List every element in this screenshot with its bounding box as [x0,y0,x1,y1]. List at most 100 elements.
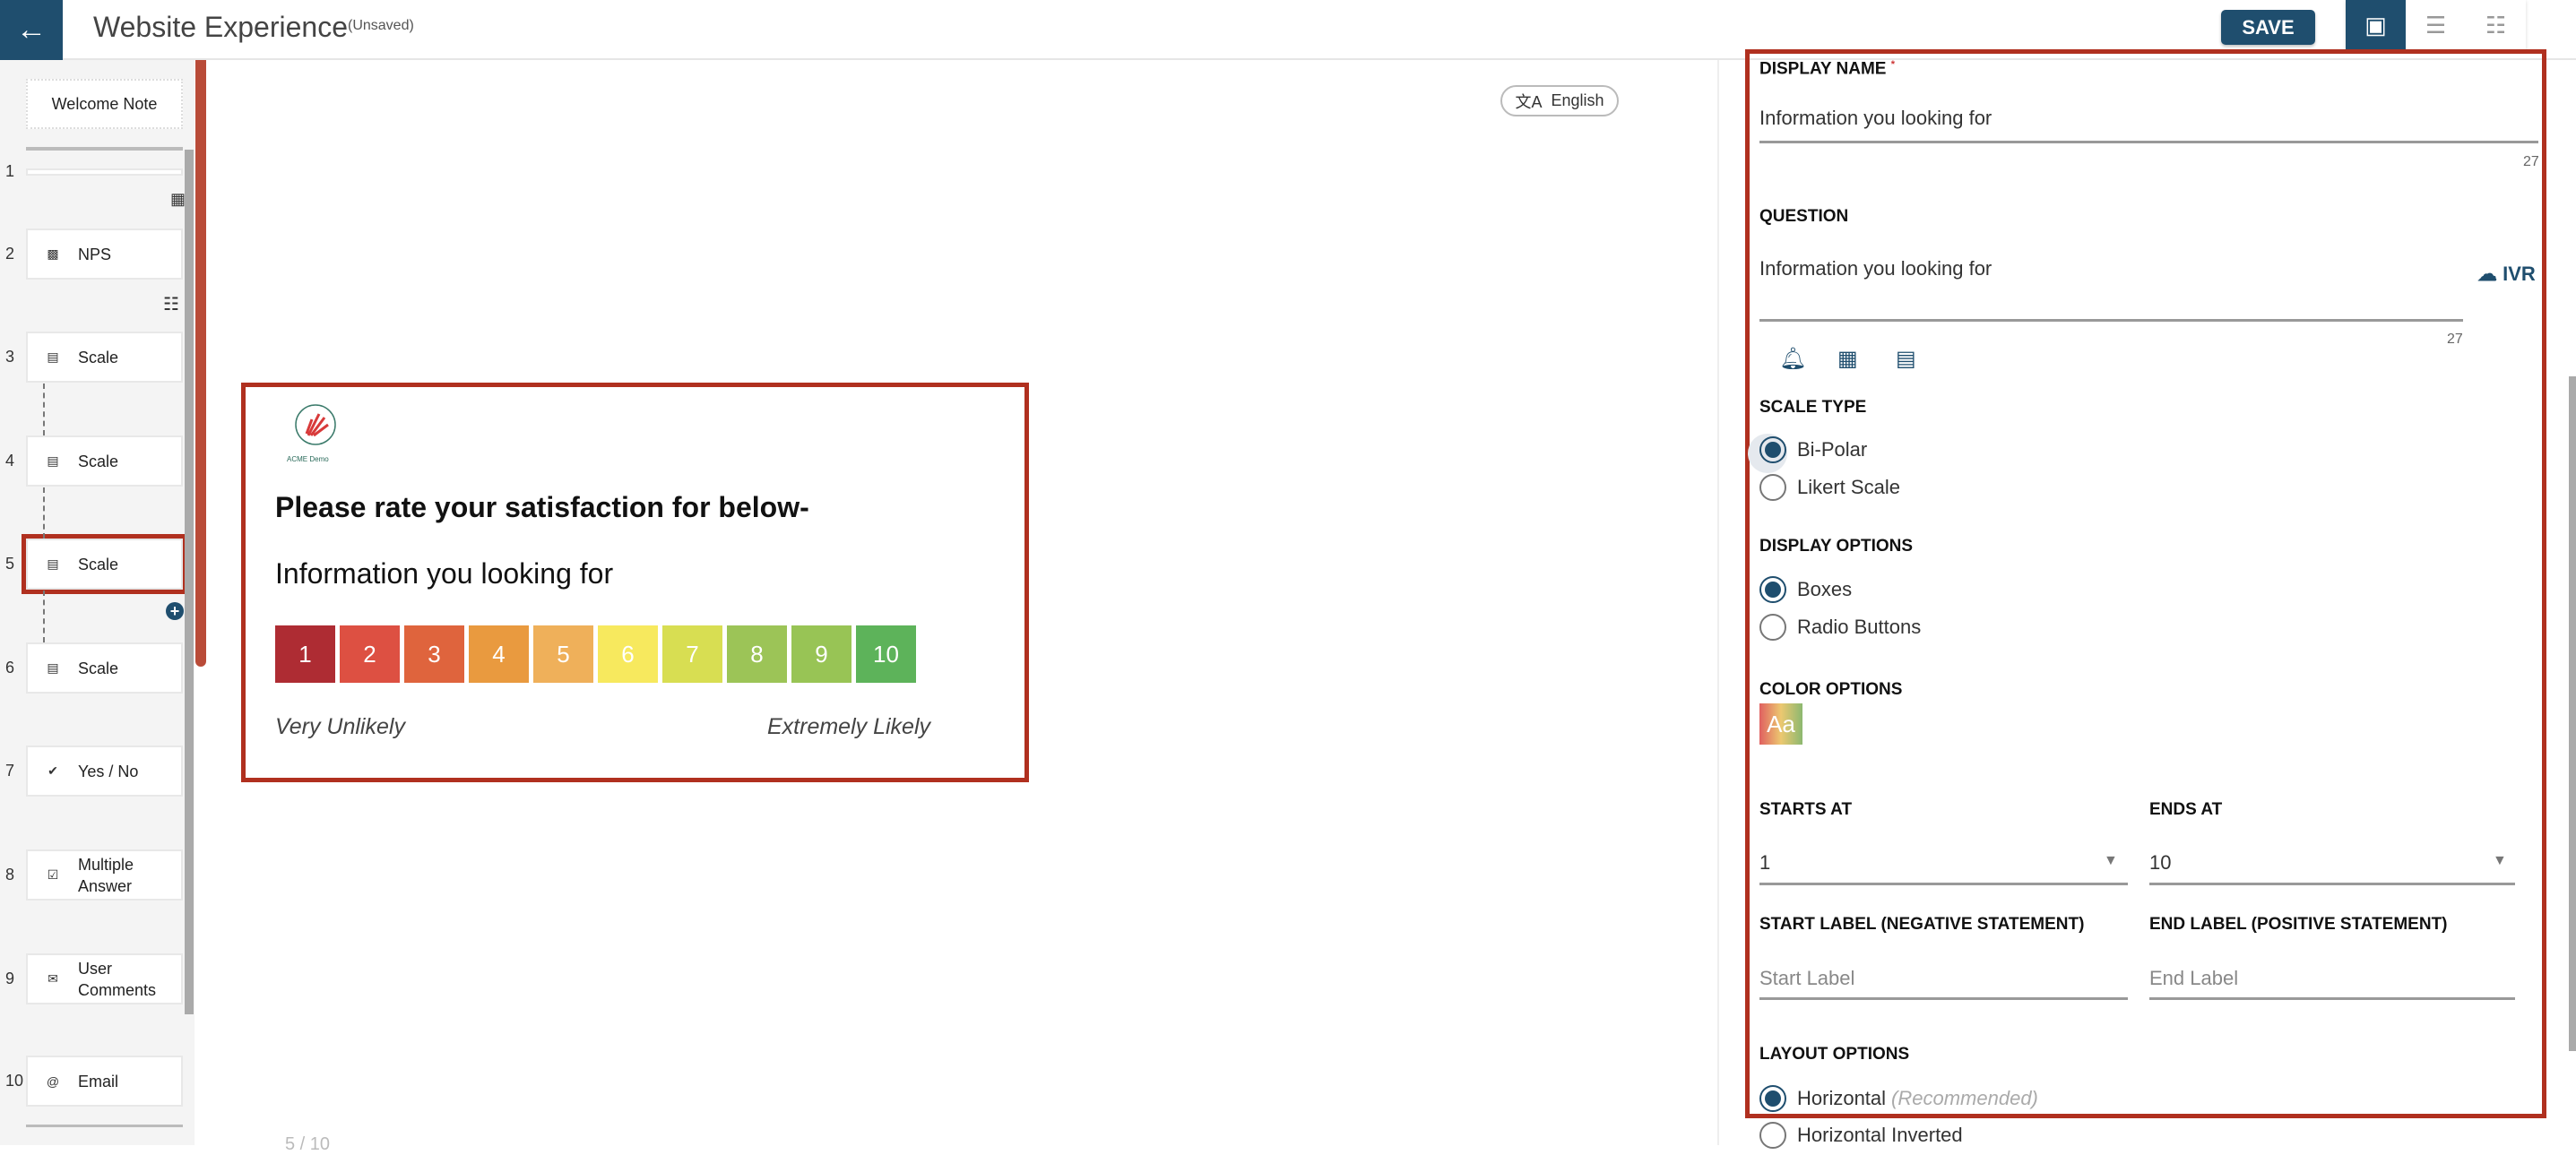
panel-scrollbar[interactable] [2569,376,2576,1051]
end-label-heading: END LABEL (POSITIVE STATEMENT) [2149,915,2448,934]
sidebar-item-label: Yes / No [78,762,139,780]
sidebar-item-label: Scale [78,555,119,573]
scale-start-label: Very Unlikely [275,714,405,739]
sidebar-item-label: Scale [78,659,119,677]
scale-box-4[interactable]: 4 [469,625,529,683]
ends-at-select[interactable]: 10 [2149,851,2171,875]
radio-boxes[interactable]: Boxes [1759,576,1852,603]
radio-radio-buttons[interactable]: Radio Buttons [1759,614,1921,641]
question-number: 1 [5,162,15,180]
starts-at-label: STARTS AT [1759,800,1853,819]
color-options-swatch[interactable]: Aa [1759,703,1802,745]
sidebar-item-scale[interactable]: ▤ Scale [26,332,183,383]
scale-box-10[interactable]: 10 [856,625,916,683]
sidebar-item-user-comments[interactable]: ✉ User Comments [26,953,183,1004]
question-heading: Please rate your satisfaction for below- [275,491,809,523]
comment-icon: ✉ [48,971,58,986]
scale-box-6[interactable]: 6 [598,625,658,683]
display-name-input[interactable]: Information you looking for [1759,107,1992,130]
audience-icon[interactable]: ▦ [1837,346,1858,372]
sidebar-item-email[interactable]: @ Email [26,1056,183,1107]
question-number: 5 [5,554,15,573]
sitemap-icon: ☷ [2485,12,2507,39]
scale-box-8[interactable]: 8 [727,625,787,683]
language-selector[interactable]: 文A English [1500,85,1619,116]
sidebar-item-multiple-answer[interactable]: ☑ Multiple Answer [26,849,183,901]
back-button[interactable]: ← [0,0,63,60]
sidebar-item-label: Multiple Answer [78,855,134,895]
question-count: 27 [2447,332,2463,347]
scale-box-5[interactable]: 5 [533,625,593,683]
list-view-button[interactable]: ☰ [2406,0,2466,51]
scale-type-label: SCALE TYPE [1759,398,1867,417]
checklist-icon: ☑ [47,867,59,882]
page-title: Website Experience [93,11,348,43]
display-name-label: DISPLAY NAME * [1759,59,1896,79]
translate-icon: 文A [1515,92,1543,111]
flow-view-button[interactable]: ☷ [2466,0,2526,51]
desktop-view-button[interactable]: ▣ [2346,0,2406,51]
list-icon: ☰ [2425,12,2447,39]
welcome-note-card[interactable]: Welcome Note [26,79,183,129]
bell-icon[interactable]: 🔔︎ [1779,346,1806,372]
scale-icon: ▤ [47,453,59,468]
sidebar-item-label: NPS [78,245,112,263]
question-number: 6 [5,658,15,677]
starts-at-select[interactable]: 1 [1759,851,1770,875]
logo-text: ACME Demo [287,455,329,463]
sidebar-item-label: Scale [78,452,119,470]
add-question-icon[interactable]: + [166,602,184,620]
display-options-label: DISPLAY OPTIONS [1759,537,1914,556]
save-button[interactable]: SAVE [2221,10,2315,45]
question-number: 9 [5,969,15,987]
unsaved-status: (Unsaved) [348,18,414,33]
scale-icon: ▤ [47,660,59,675]
divider [26,147,183,151]
question-input[interactable]: Information you looking for [1759,257,1992,280]
scale-box-3[interactable]: 3 [404,625,464,683]
scale-box-2[interactable]: 2 [340,625,400,683]
ivr-upload-button[interactable]: ☁ IVR [2477,263,2536,286]
scale-end-label: Extremely Likely [767,714,930,739]
cloud-upload-icon: ☁ [2477,263,2497,285]
radio-bi-polar[interactable]: Bi-Polar [1759,436,1867,463]
chevron-down-icon[interactable]: ▼ [2104,853,2118,869]
connector-line [43,384,45,435]
start-label-heading: START LABEL (NEGATIVE STATEMENT) [1759,915,2085,934]
radio-horizontal[interactable]: Horizontal (Recommended) [1759,1085,2038,1112]
preview-scrollbar[interactable] [195,60,206,667]
question-label: QUESTION [1759,207,1849,226]
chevron-down-icon[interactable]: ▼ [2493,853,2507,869]
scale-box-9[interactable]: 9 [791,625,851,683]
scale-box-1[interactable]: 1 [275,625,335,683]
question-number: 3 [5,347,15,366]
sidebar-item-scale[interactable]: ▤ Scale [22,534,187,594]
welcome-note-label: Welcome Note [51,94,158,113]
contact-card-icon[interactable]: ▦ [170,190,186,209]
nps-icon: ▩ [47,246,59,261]
form-icon[interactable]: ▤ [1896,346,1916,372]
acme-logo [295,404,336,445]
sidebar-item-empty[interactable] [26,168,183,176]
sidebar-item-label: Scale [78,348,119,366]
question-number: 8 [5,865,15,883]
view-toggle: ▣ ☰ ☷ [2346,0,2526,51]
sidebar-item-yes-no[interactable]: ✔ Yes / No [26,746,183,797]
scale-icon: ▤ [47,556,59,571]
scale-box-7[interactable]: 7 [662,625,722,683]
radio-likert-scale[interactable]: Likert Scale [1759,474,1900,501]
sidebar-item-scale[interactable]: ▤ Scale [26,642,183,694]
end-label-input[interactable]: End Label [2149,967,2238,990]
color-options-label: COLOR OPTIONS [1759,680,1903,699]
sidebar-scrollbar[interactable] [185,150,194,1014]
sitemap-icon[interactable]: ☷ [163,293,179,315]
sidebar-item-label: Email [78,1072,119,1090]
ends-at-label: ENDS AT [2149,800,2223,819]
start-label-input[interactable]: Start Label [1759,967,1854,990]
sidebar-item-scale[interactable]: ▤ Scale [26,435,183,487]
rating-scale: 1 2 3 4 5 6 7 8 9 10 [275,625,916,683]
layout-options-label: LAYOUT OPTIONS [1759,1045,1910,1064]
sidebar-item-nps[interactable]: ▩ NPS [26,228,183,280]
display-name-count: 27 [2523,154,2539,169]
question-number: 7 [5,761,15,780]
